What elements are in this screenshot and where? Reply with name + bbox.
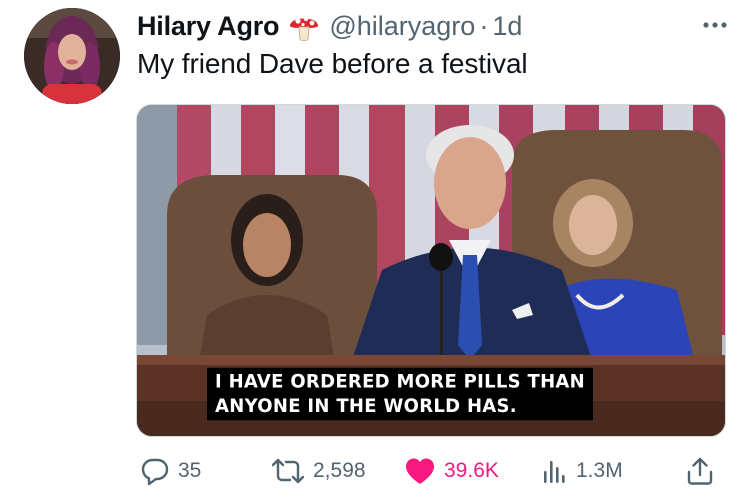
reply-icon — [141, 458, 169, 486]
views-button[interactable]: 1.3M — [542, 450, 623, 492]
share-button[interactable] — [686, 450, 714, 492]
avatar[interactable] — [24, 8, 120, 104]
reply-count: 35 — [178, 459, 202, 482]
avatar-image — [24, 8, 120, 104]
timestamp[interactable]: 1d — [492, 11, 522, 42]
caption-line-2: ANYONE IN THE WORLD HAS. — [215, 395, 517, 418]
views-count: 1.3M — [576, 459, 623, 482]
heart-icon — [406, 458, 434, 484]
display-name[interactable]: Hilary Agro — [137, 11, 280, 42]
tweet-text: My friend Dave before a festival — [137, 48, 528, 79]
repost-button[interactable]: 2,598 — [271, 450, 366, 492]
handle[interactable]: @hilaryagro — [329, 11, 475, 42]
like-button[interactable]: 39.6K — [404, 450, 499, 492]
tweet: Hilary Agro @hilaryagro · 1d My friend D… — [0, 0, 750, 497]
tweet-header: Hilary Agro @hilaryagro · 1d — [137, 6, 730, 46]
reply-button[interactable]: 35 — [140, 450, 201, 492]
share-icon — [687, 457, 713, 485]
like-count: 39.6K — [444, 459, 499, 482]
action-bar: 35 2,598 39.6K 1.3M — [136, 450, 716, 492]
repost-icon — [271, 458, 305, 484]
repost-count: 2,598 — [313, 459, 366, 482]
separator-dot: · — [479, 10, 489, 41]
more-options-icon[interactable] — [700, 10, 730, 40]
mushroom-icon — [287, 9, 321, 43]
caption-line-1: I HAVE ORDERED MORE PILLS THAN — [215, 370, 586, 393]
tweet-media[interactable]: I HAVE ORDERED MORE PILLS THAN ANYONE IN… — [136, 104, 726, 437]
video-caption: I HAVE ORDERED MORE PILLS THAN ANYONE IN… — [207, 367, 594, 421]
views-chart-icon — [544, 461, 565, 483]
